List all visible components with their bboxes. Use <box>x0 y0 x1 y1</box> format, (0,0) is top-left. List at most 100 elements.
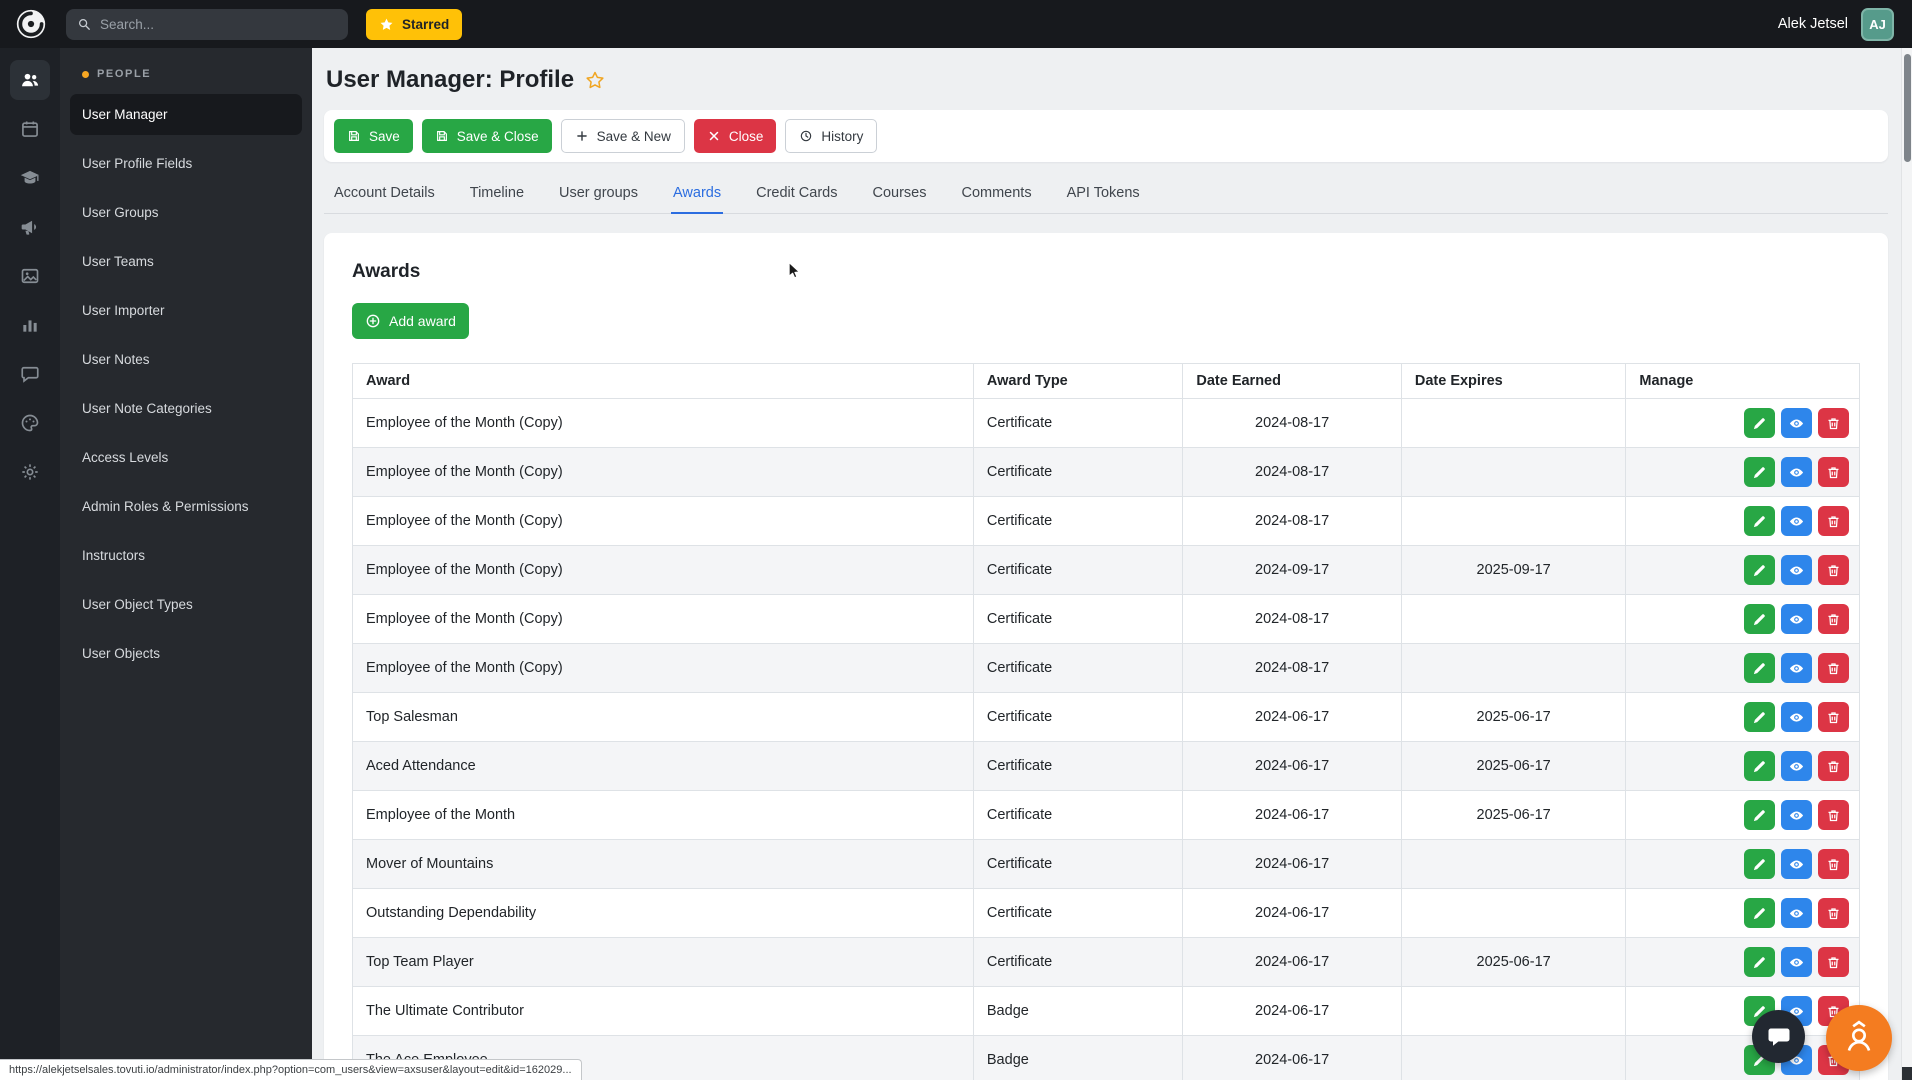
vertical-scrollbar[interactable] <box>1901 48 1912 1080</box>
delete-award-button[interactable] <box>1818 849 1849 879</box>
delete-award-button[interactable] <box>1818 604 1849 634</box>
tab-account-details[interactable]: Account Details <box>332 175 437 213</box>
sidebar-item-user-importer[interactable]: User Importer <box>70 290 302 331</box>
sidebar-item-user-manager[interactable]: User Manager <box>70 94 302 135</box>
rail-palette-nav[interactable] <box>10 403 50 443</box>
tab-timeline[interactable]: Timeline <box>468 175 526 213</box>
tab-api-tokens[interactable]: API Tokens <box>1065 175 1142 213</box>
manage-cell <box>1625 937 1860 987</box>
sidebar-item-user-object-types[interactable]: User Object Types <box>70 584 302 625</box>
edit-award-button[interactable] <box>1744 408 1775 438</box>
save-new-button[interactable]: Save & New <box>560 119 685 153</box>
sidebar-item-instructors[interactable]: Instructors <box>70 535 302 576</box>
award-name-cell: Employee of the Month (Copy) <box>352 643 974 693</box>
edit-award-button[interactable] <box>1744 898 1775 928</box>
edit-award-button[interactable] <box>1744 506 1775 536</box>
view-award-button[interactable] <box>1781 702 1812 732</box>
date-expires-cell <box>1400 888 1627 938</box>
delete-award-button[interactable] <box>1818 947 1849 977</box>
history-button[interactable]: History <box>785 119 878 153</box>
edit-award-button[interactable] <box>1744 702 1775 732</box>
manage-cell <box>1625 447 1860 497</box>
scrollbar-thumb[interactable] <box>1904 54 1911 162</box>
sidebar-item-user-groups[interactable]: User Groups <box>70 192 302 233</box>
rail-chat-nav[interactable] <box>10 354 50 394</box>
rail-users-nav[interactable] <box>10 60 50 100</box>
delete-award-button[interactable] <box>1818 506 1849 536</box>
close-button[interactable]: Close <box>693 119 777 153</box>
delete-award-button[interactable] <box>1818 653 1849 683</box>
delete-award-button[interactable] <box>1818 751 1849 781</box>
tovuti-mascot[interactable] <box>1826 1005 1892 1071</box>
tab-awards[interactable]: Awards <box>671 175 724 214</box>
sidebar-item-user-profile-fields[interactable]: User Profile Fields <box>70 143 302 184</box>
gear-icon <box>20 462 40 482</box>
search-input[interactable] <box>100 16 337 32</box>
view-award-button[interactable] <box>1781 506 1812 536</box>
chat-widget-button[interactable] <box>1752 1010 1805 1063</box>
edit-award-button[interactable] <box>1744 800 1775 830</box>
edit-award-button[interactable] <box>1744 457 1775 487</box>
view-award-button[interactable] <box>1781 555 1812 585</box>
view-award-button[interactable] <box>1781 898 1812 928</box>
date-earned-cell: 2024-06-17 <box>1182 937 1402 987</box>
save-button[interactable]: Save <box>334 119 413 153</box>
tab-user-groups[interactable]: User groups <box>557 175 640 213</box>
award-row: Employee of the Month (Copy) Certificate 2… <box>352 447 1860 497</box>
edit-award-button[interactable] <box>1744 849 1775 879</box>
edit-award-button[interactable] <box>1744 653 1775 683</box>
search-box[interactable] <box>66 8 348 40</box>
view-award-button[interactable] <box>1781 653 1812 683</box>
rail-bar-chart-nav[interactable] <box>10 305 50 345</box>
column-header-manage: Manage <box>1625 363 1860 399</box>
tovuti-logo-icon[interactable] <box>14 7 48 41</box>
rail-calendar-nav[interactable] <box>10 109 50 149</box>
add-award-button[interactable]: Add award <box>352 303 469 339</box>
sidebar-items: User Manager User Profile Fields User Grou… <box>70 94 302 674</box>
award-row: Employee of the Month (Copy) Certificate 2… <box>352 643 1860 693</box>
starred-button[interactable]: Starred <box>366 8 463 40</box>
tab-bar: Account Details Timeline User groups Awards… <box>324 175 1888 214</box>
edit-award-button[interactable] <box>1744 947 1775 977</box>
save-close-button[interactable]: Save & Close <box>421 119 552 153</box>
view-award-button[interactable] <box>1781 849 1812 879</box>
delete-award-button[interactable] <box>1818 702 1849 732</box>
rail-graduation-cap-nav[interactable] <box>10 158 50 198</box>
delete-award-button[interactable] <box>1818 555 1849 585</box>
view-award-button[interactable] <box>1781 751 1812 781</box>
award-row: The Ultimate Contributor Badge 2024-06-17 <box>352 986 1860 1036</box>
button-label: Save & New <box>596 128 671 144</box>
view-award-button[interactable] <box>1781 457 1812 487</box>
view-award-button[interactable] <box>1781 800 1812 830</box>
sidebar-item-access-levels[interactable]: Access Levels <box>70 437 302 478</box>
manage-cell <box>1625 643 1860 693</box>
delete-award-button[interactable] <box>1818 408 1849 438</box>
rail-media-nav[interactable] <box>10 256 50 296</box>
status-url: https://alekjetselsales.tovuti.io/admini… <box>9 1064 572 1076</box>
view-award-button[interactable] <box>1781 604 1812 634</box>
button-label: Close <box>728 128 764 144</box>
view-award-button[interactable] <box>1781 947 1812 977</box>
avatar[interactable]: AJ <box>1861 7 1894 41</box>
delete-award-button[interactable] <box>1818 457 1849 487</box>
view-award-button[interactable] <box>1781 408 1812 438</box>
edit-award-button[interactable] <box>1744 555 1775 585</box>
tab-credit-cards[interactable]: Credit Cards <box>754 175 839 213</box>
edit-award-button[interactable] <box>1744 751 1775 781</box>
date-earned-cell: 2024-06-17 <box>1182 692 1402 742</box>
eye-icon <box>1789 759 1804 774</box>
rail-megaphone-nav[interactable] <box>10 207 50 247</box>
sidebar-item-user-objects[interactable]: User Objects <box>70 633 302 674</box>
sidebar-item-user-note-categories[interactable]: User Note Categories <box>70 388 302 429</box>
sidebar-item-user-notes[interactable]: User Notes <box>70 339 302 380</box>
sidebar-item-admin-roles-permissions[interactable]: Admin Roles & Permissions <box>70 486 302 527</box>
tab-courses[interactable]: Courses <box>870 175 928 213</box>
edit-award-button[interactable] <box>1744 604 1775 634</box>
sidebar-item-user-teams[interactable]: User Teams <box>70 241 302 282</box>
rail-gear-nav[interactable] <box>10 452 50 492</box>
delete-award-button[interactable] <box>1818 800 1849 830</box>
delete-award-button[interactable] <box>1818 898 1849 928</box>
tab-comments[interactable]: Comments <box>959 175 1033 213</box>
award-name-cell: Aced Attendance <box>352 741 974 791</box>
star-outline-icon[interactable] <box>585 70 605 90</box>
